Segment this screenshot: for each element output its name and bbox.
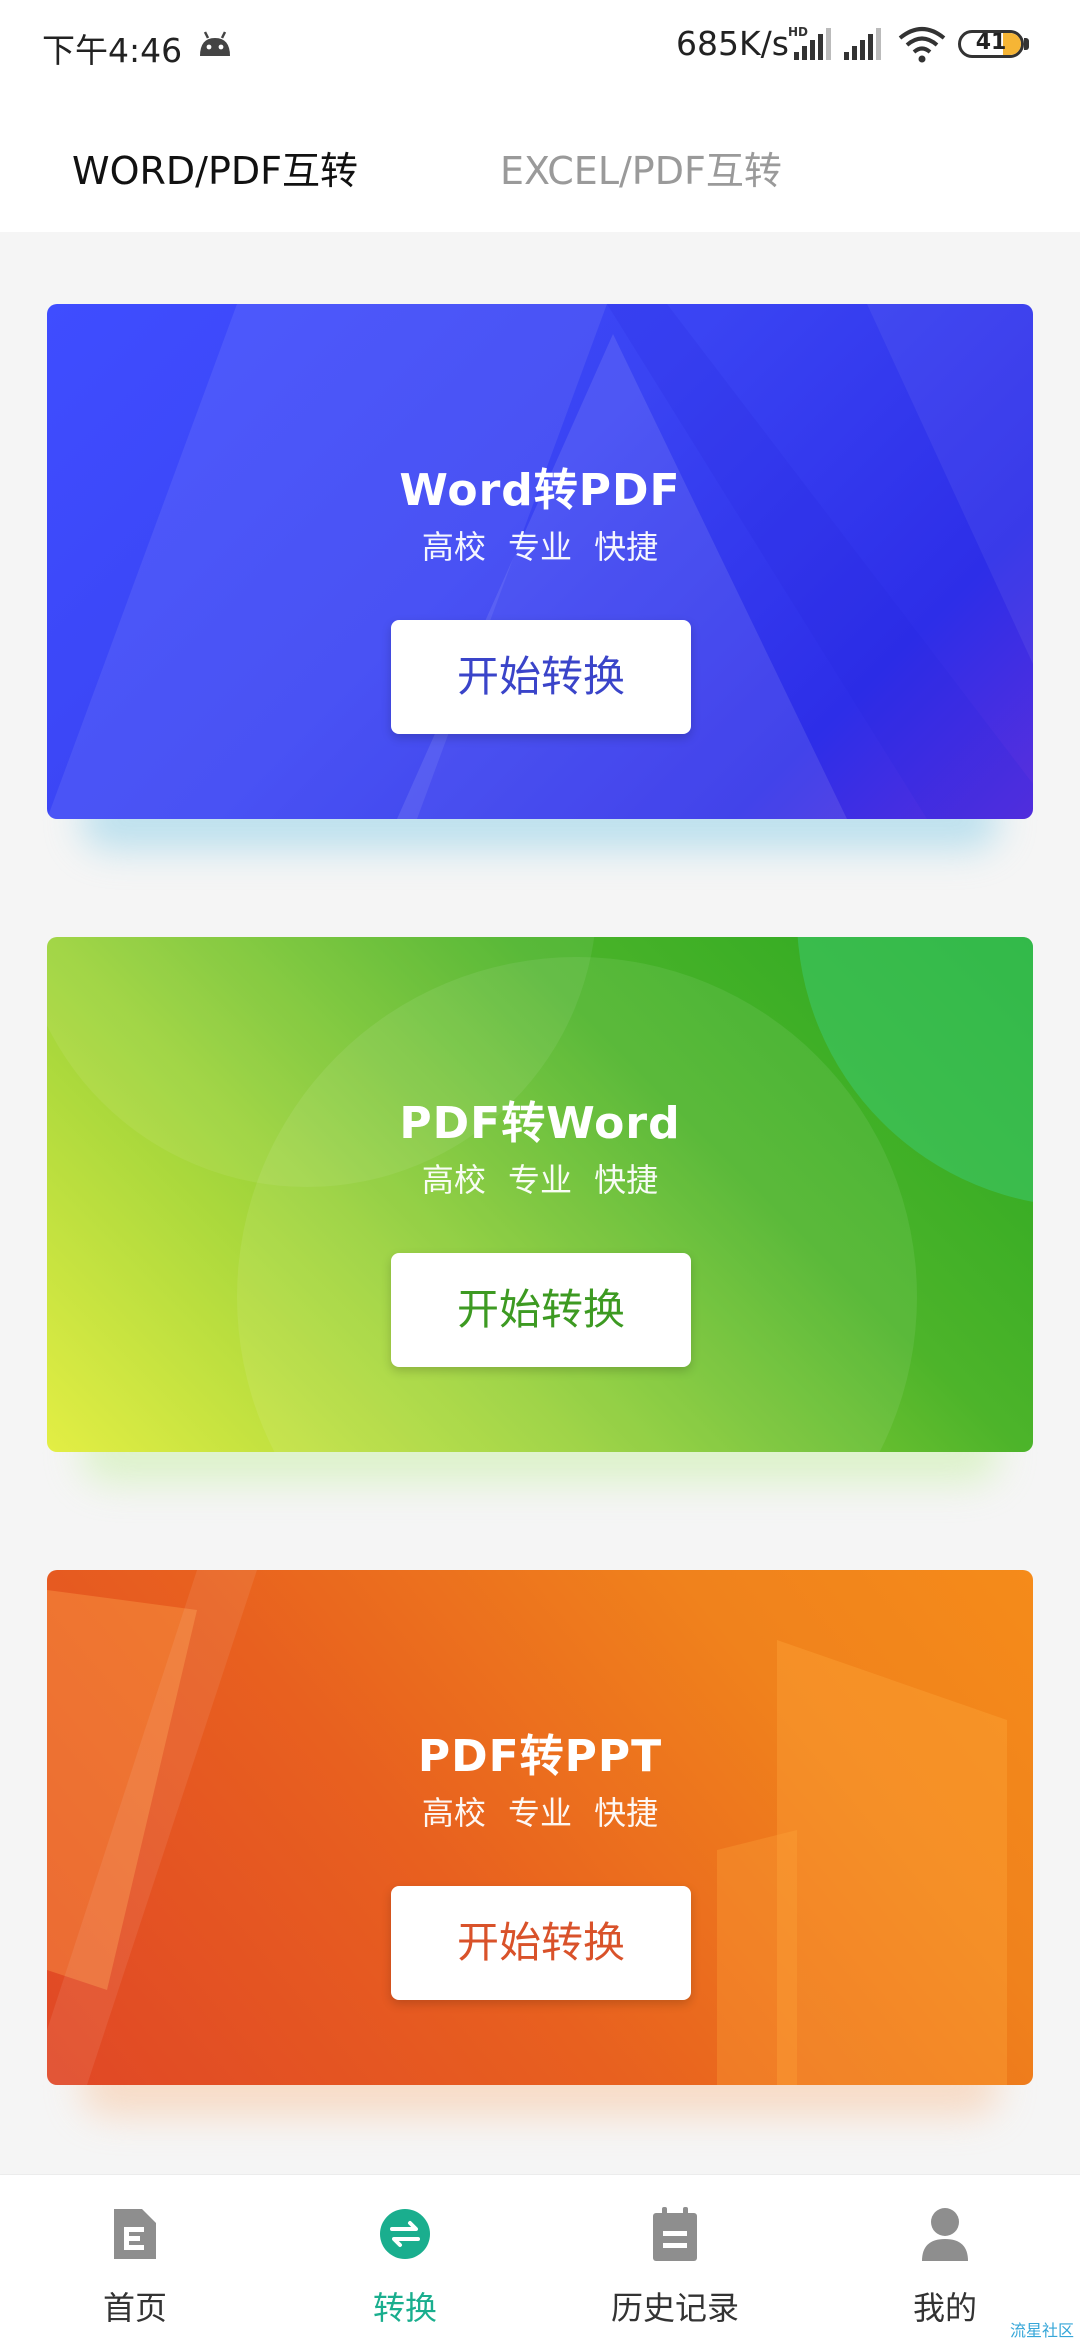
watermark: 流星社区 [1009,2321,1074,2340]
convert-swap-icon [380,2209,430,2259]
tab-word-pdf[interactable]: WORD/PDF互转 [72,140,358,195]
android-icon [200,31,230,56]
card-title: PDF转Word [399,1098,681,1149]
nav-convert[interactable]: 转换 [270,2175,540,2341]
status-bar: 下午4:46 685K/s HD 41 [0,0,1080,92]
history-calendar-icon [653,2207,697,2261]
tab-bar: WORD/PDF互转 EXCEL/PDF互转 [0,92,1080,232]
battery-level: 41 [975,30,1007,55]
nav-convert-label: 转换 [372,2289,437,2327]
card-title: PDF转PPT [417,1731,663,1782]
status-time: 下午4:46 [42,31,183,70]
card-subtitle: 高校 专业 快捷 [421,1794,659,1832]
card-pdf-to-ppt[interactable]: PDF转PPT 高校 专业 快捷 开始转换 [47,1570,1033,2085]
wifi-icon [898,27,946,63]
nav-home-label: 首页 [102,2289,167,2327]
signal-icon [844,28,881,60]
start-convert-button[interactable]: 开始转换 [391,1886,691,2000]
home-document-icon [114,2209,156,2259]
signal-hd-icon: HD [788,25,831,60]
user-profile-icon [922,2208,968,2261]
card-subtitle: 高校 专业 快捷 [421,1161,659,1199]
tab-excel-pdf[interactable]: EXCEL/PDF互转 [500,140,782,195]
nav-history-label: 历史记录 [610,2289,739,2327]
svg-text:HD: HD [788,25,808,39]
bottom-navigation: 首页 转换 历史记录 我的 流星社区 [0,2174,1080,2341]
nav-home[interactable]: 首页 [0,2175,270,2341]
start-convert-button[interactable]: 开始转换 [391,1253,691,1367]
start-convert-button[interactable]: 开始转换 [391,620,691,734]
card-subtitle: 高校 专业 快捷 [421,528,659,566]
network-speed: 685K/s [676,24,789,63]
card-word-to-pdf[interactable]: Word转PDF 高校 专业 快捷 开始转换 [47,304,1033,819]
battery-icon: 41 [958,30,1024,58]
card-title: Word转PDF [399,465,681,516]
card-pdf-to-word[interactable]: PDF转Word 高校 专业 快捷 开始转换 [47,937,1033,1452]
nav-history[interactable]: 历史记录 [540,2175,810,2341]
battery-tip [1024,38,1029,50]
